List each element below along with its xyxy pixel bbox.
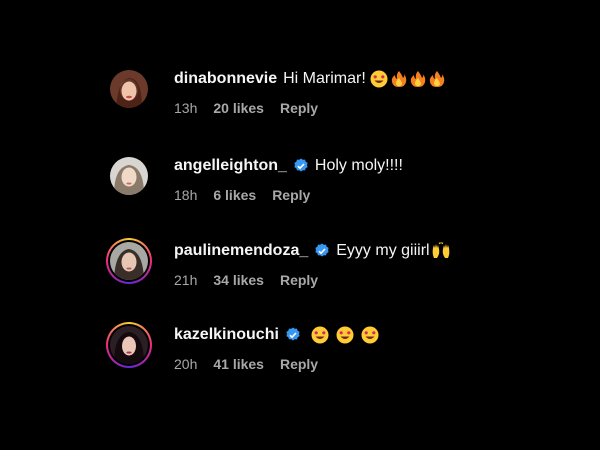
heart-eyes-emoji xyxy=(336,326,354,344)
fire-emoji xyxy=(429,70,445,88)
comment-meta: 18h 6 likes Reply xyxy=(174,187,403,203)
avatar[interactable] xyxy=(106,322,152,368)
comment-username[interactable]: angelleighton_ xyxy=(174,157,287,175)
fire-emoji xyxy=(391,70,407,88)
comment-text-content: Hi Marimar! xyxy=(283,70,366,87)
avatar[interactable] xyxy=(106,238,152,284)
comment-meta: 21h 34 likes Reply xyxy=(174,272,451,288)
verified-badge-icon xyxy=(293,158,309,174)
verified-badge-icon xyxy=(285,327,301,343)
reply-button[interactable]: Reply xyxy=(272,187,310,203)
comment-username[interactable]: kazelkinouchi xyxy=(174,326,279,344)
comment-text: Hi Marimar! xyxy=(283,70,445,88)
comment-time: 13h xyxy=(174,100,198,116)
avatar[interactable] xyxy=(106,66,152,112)
comment-time: 18h xyxy=(174,187,198,203)
comment-meta: 20h 41 likes Reply xyxy=(174,356,379,372)
fire-emoji xyxy=(410,70,426,88)
comment-likes[interactable]: 41 likes xyxy=(213,356,264,372)
reply-button[interactable]: Reply xyxy=(280,100,318,116)
comment-item: kazelkinouchi 20h 41 likes Reply xyxy=(106,322,379,372)
comment-item: dinabonnevie Hi Marimar! 13h 20 likes Re… xyxy=(106,66,445,116)
avatar[interactable] xyxy=(106,153,152,199)
comment-username[interactable]: paulinemendoza_ xyxy=(174,242,308,260)
avatar-image xyxy=(110,70,148,108)
heart-eyes-emoji xyxy=(370,70,388,88)
comment-text-content: Holy moly!!!! xyxy=(314,157,403,174)
comments-list: dinabonnevie Hi Marimar! 13h 20 likes Re… xyxy=(0,0,600,450)
comment-username[interactable]: dinabonnevie xyxy=(174,70,277,88)
comment-likes[interactable]: 20 likes xyxy=(213,100,264,116)
avatar-image xyxy=(110,157,148,195)
reply-button[interactable]: Reply xyxy=(280,272,318,288)
comment-item: paulinemendoza_ Eyyy my giiirl 21h 34 li… xyxy=(106,238,451,288)
comment-likes[interactable]: 34 likes xyxy=(213,272,264,288)
comment-text xyxy=(307,326,379,344)
comment-time: 21h xyxy=(174,272,198,288)
avatar-image xyxy=(110,326,148,364)
comment-likes[interactable]: 6 likes xyxy=(213,187,256,203)
comment-meta: 13h 20 likes Reply xyxy=(174,100,445,116)
comment-item: angelleighton_ Holy moly!!!! 18h 6 likes… xyxy=(106,153,403,203)
heart-eyes-emoji xyxy=(311,326,329,344)
reply-button[interactable]: Reply xyxy=(280,356,318,372)
heart-eyes-emoji xyxy=(361,326,379,344)
comment-text-content: Eyyy my giiirl xyxy=(336,242,430,259)
comment-text: Holy moly!!!! xyxy=(315,157,403,175)
comment-time: 20h xyxy=(174,356,198,372)
comment-text: Eyyy my giiirl xyxy=(336,242,450,260)
raising-hands-emoji xyxy=(431,242,451,260)
verified-badge-icon xyxy=(314,243,330,259)
avatar-image xyxy=(110,242,148,280)
